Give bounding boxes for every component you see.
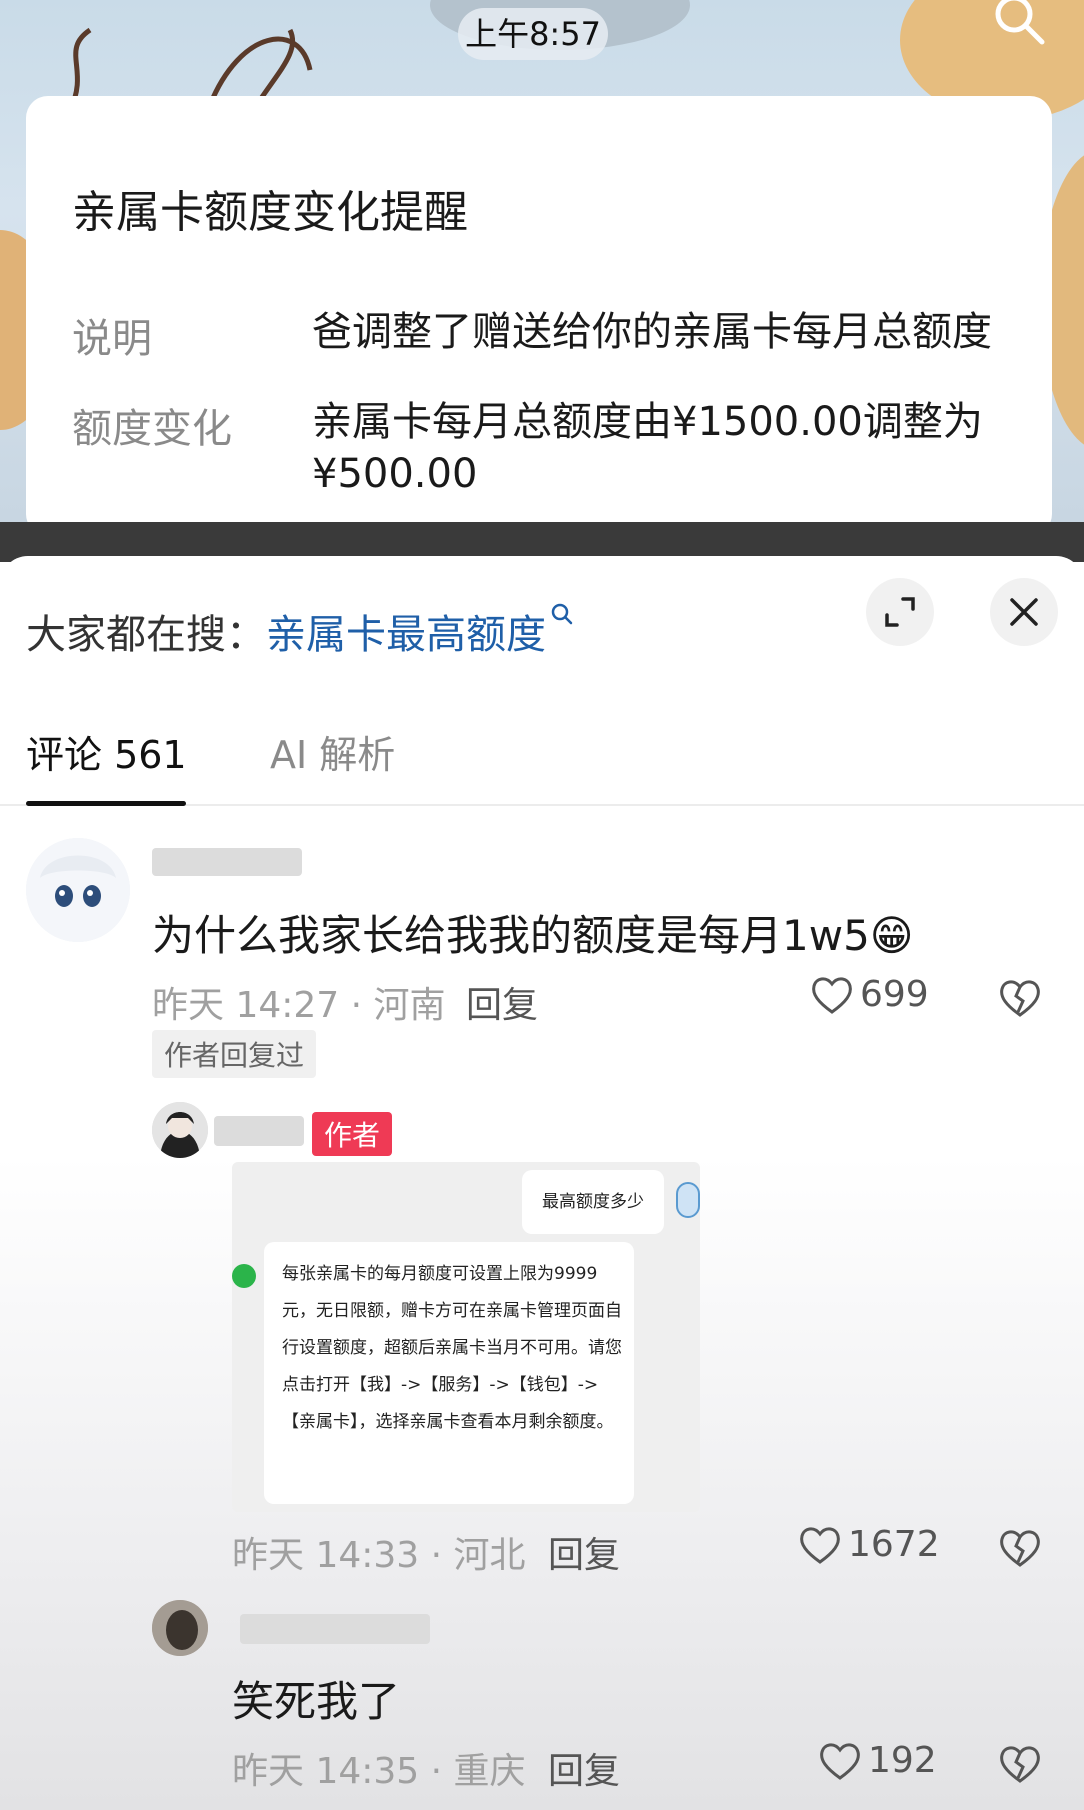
like-button[interactable]: 699 <box>810 974 929 1015</box>
avatar[interactable] <box>26 838 130 942</box>
comment-time-location: 昨天 14:35 · 重庆 <box>232 1751 526 1792</box>
notice-row-label: 说明 <box>72 316 152 362</box>
video-background: 上午8:57 亲属卡额度变化提醒 说明 爸调整了赠送给你的亲属卡每月总额度 额度… <box>0 0 1084 522</box>
reply-button[interactable]: 回复 <box>548 1526 620 1578</box>
comments-panel: 大家都在搜：亲属卡最高额度 评论 561 AI 解析 为什么我家长给我我的额度是… <box>0 556 1084 1810</box>
dislike-icon[interactable] <box>998 1528 1042 1568</box>
like-count: 192 <box>868 1740 937 1781</box>
heart-icon <box>800 1527 840 1564</box>
like-count: 1672 <box>848 1524 940 1565</box>
notice-row-value: 亲属卡每月总额度由¥1500.00调整为¥500.00 <box>312 399 983 497</box>
comment-time-location: 昨天 14:27 · 河南 <box>152 985 446 1026</box>
username-redacted <box>152 848 302 876</box>
expand-icon <box>885 597 915 627</box>
status-time: 上午8:57 <box>458 8 608 60</box>
avatar[interactable] <box>152 1600 208 1656</box>
username-redacted <box>240 1614 430 1644</box>
chat-answer-bubble: 每张亲属卡的每月额度可设置上限为9999元，无日限额，赠卡方可在亲属卡管理页面自… <box>264 1242 634 1504</box>
notice-row-value: 爸调整了赠送给你的亲属卡每月总额度 <box>312 309 992 355</box>
close-icon <box>1010 598 1038 626</box>
like-count: 699 <box>860 974 929 1015</box>
expand-button[interactable] <box>866 578 934 646</box>
comment-time-location: 昨天 14:33 · 河北 <box>232 1535 526 1576</box>
like-button[interactable]: 192 <box>818 1740 937 1781</box>
trending-search[interactable]: 大家都在搜：亲属卡最高额度 <box>26 602 574 660</box>
search-icon[interactable] <box>982 0 1054 48</box>
chat-question-bubble: 最高额度多少 <box>522 1170 664 1234</box>
comment-text: 笑死我了 <box>232 1677 401 1726</box>
search-icon <box>551 603 573 625</box>
like-button[interactable]: 1672 <box>798 1524 940 1565</box>
username-redacted <box>214 1116 304 1146</box>
author-replied-tag: 作者回复过 <box>152 1030 317 1078</box>
tab-bar: 评论 561 AI 解析 <box>0 716 1084 806</box>
chat-bot-icon <box>232 1264 256 1288</box>
tab-active-indicator <box>26 801 186 806</box>
comment-text: 为什么我家长给我我的额度是每月1w5😁 <box>152 911 914 960</box>
trending-search-keyword[interactable]: 亲属卡最高额度 <box>266 612 546 658</box>
notice-title: 亲属卡额度变化提醒 <box>72 187 468 238</box>
heart-icon <box>812 977 852 1014</box>
heart-icon <box>820 1743 860 1780</box>
trending-search-prefix: 大家都在搜： <box>26 612 266 658</box>
reply-button[interactable]: 回复 <box>466 976 538 1028</box>
chat-answer-text: 每张亲属卡的每月额度可设置上限为9999元，无日限额，赠卡方可在亲属卡管理页面自… <box>282 1264 622 1432</box>
reply-button[interactable]: 回复 <box>548 1742 620 1794</box>
close-button[interactable] <box>990 578 1058 646</box>
dislike-icon[interactable] <box>998 1744 1042 1784</box>
avatar[interactable] <box>152 1102 208 1158</box>
comment-image[interactable]: 最高额度多少 每张亲属卡的每月额度可设置上限为9999元，无日限额，赠卡方可在亲… <box>232 1162 700 1512</box>
tab-comments[interactable]: 评论 561 <box>26 724 187 779</box>
author-badge: 作者 <box>312 1112 393 1156</box>
tab-ai-analysis[interactable]: AI 解析 <box>270 724 395 779</box>
dislike-icon[interactable] <box>998 978 1042 1018</box>
notice-card: 亲属卡额度变化提醒 说明 爸调整了赠送给你的亲属卡每月总额度 额度变化 亲属卡每… <box>26 96 1052 522</box>
notice-row-label: 额度变化 <box>72 406 232 452</box>
chat-user-avatar <box>676 1182 700 1218</box>
